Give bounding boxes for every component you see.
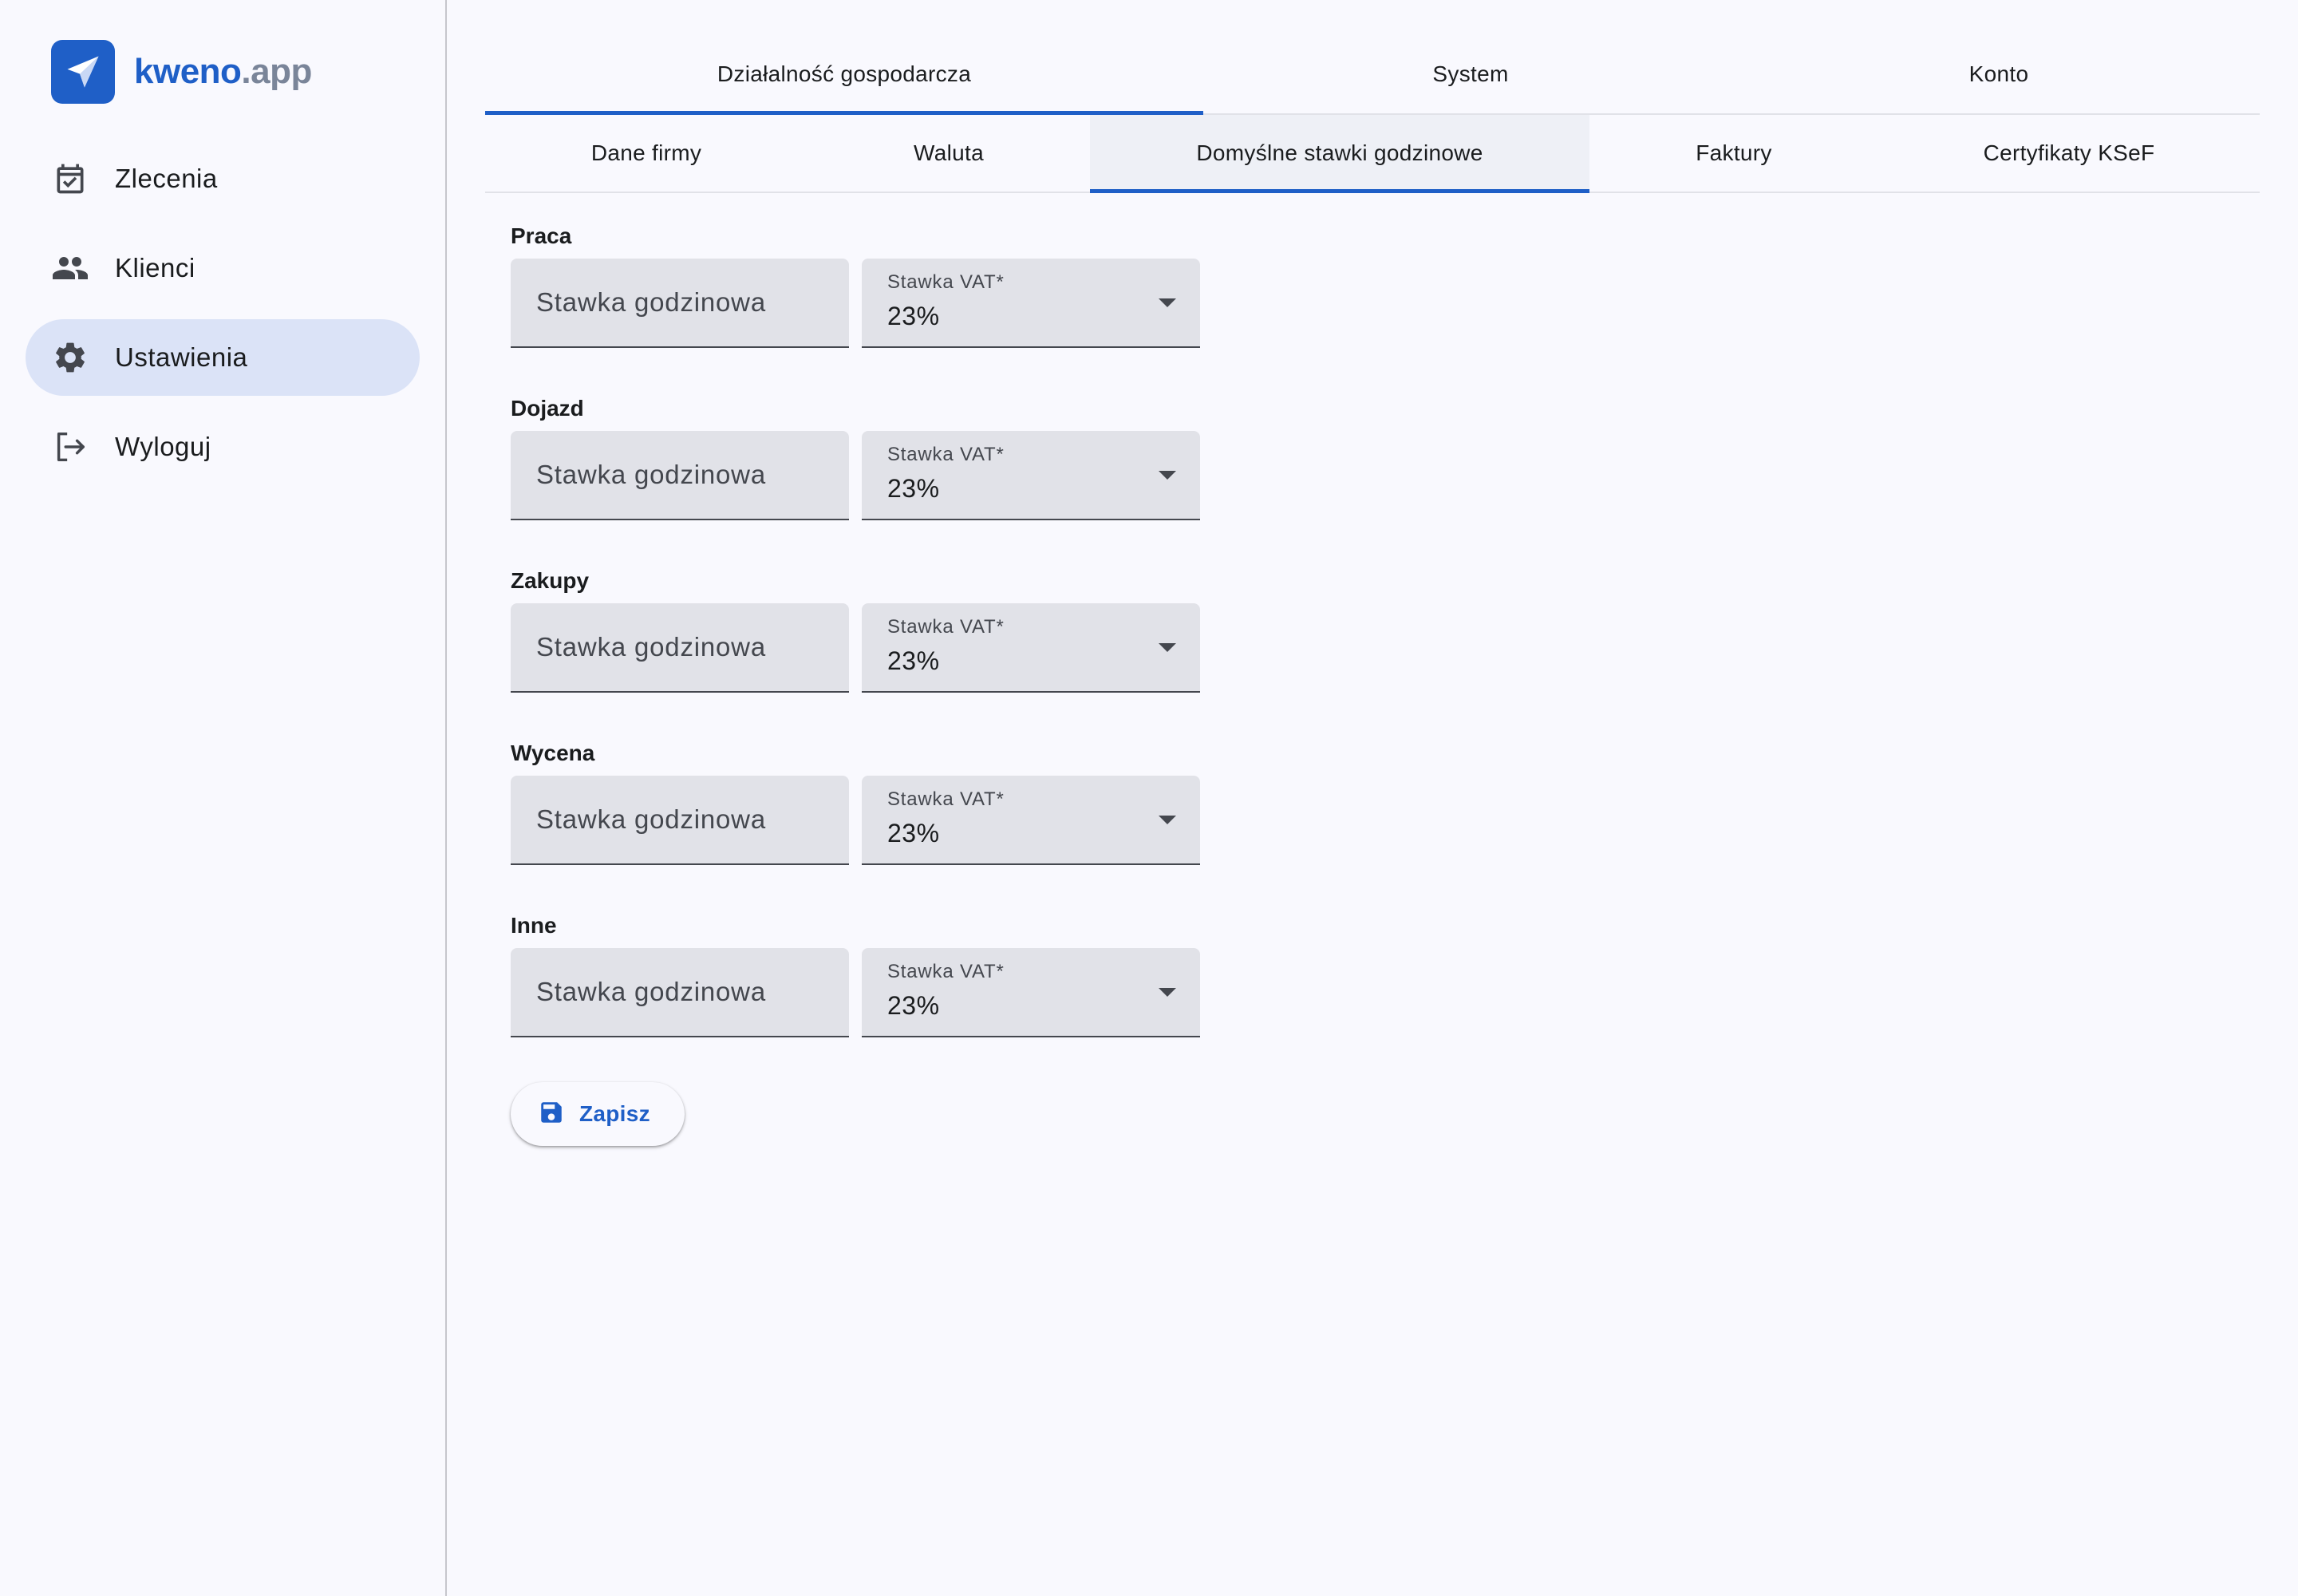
floppy-disk-icon (538, 1099, 565, 1130)
vat-rate-value: 23% (887, 646, 940, 675)
hourly-rate-input[interactable]: Stawka godzinowa (511, 603, 849, 693)
hourly-rate-placeholder: Stawka godzinowa (536, 977, 766, 1006)
tab-domyslne-stawki-godzinowe[interactable]: Domyślne stawki godzinowe (1090, 115, 1589, 193)
vat-rate-label: Stawka VAT* (887, 271, 1005, 293)
sidebar: kweno.app Zlecenia Klienci Ustawienia Wy… (0, 0, 447, 1596)
dropdown-arrow-icon (1159, 816, 1176, 824)
hourly-rates-form: Praca Stawka godzinowa Stawka VAT* 23% D… (511, 214, 1200, 1076)
sidebar-item-klienci[interactable]: Klienci (26, 230, 420, 306)
sidebar-item-label: Zlecenia (115, 164, 218, 193)
dropdown-arrow-icon (1159, 988, 1176, 997)
rate-group-zakupy: Zakupy Stawka godzinowa Stawka VAT* 23% (511, 559, 1200, 731)
vat-rate-select[interactable]: Stawka VAT* 23% (862, 776, 1200, 865)
vat-rate-value: 23% (887, 474, 940, 503)
primary-tabs: Działalność gospodarcza System Konto (485, 35, 2260, 115)
tab-waluta[interactable]: Waluta (807, 115, 1090, 192)
dropdown-arrow-icon (1159, 643, 1176, 652)
vat-rate-label: Stawka VAT* (887, 444, 1005, 465)
rate-group-inne: Inne Stawka godzinowa Stawka VAT* 23% (511, 903, 1200, 1076)
sidebar-item-label: Ustawienia (115, 342, 248, 372)
tab-konto[interactable]: Konto (1738, 35, 2260, 113)
rate-group-title: Wycena (511, 741, 595, 765)
dropdown-arrow-icon (1159, 471, 1176, 480)
rate-group-title: Inne (511, 913, 557, 938)
hourly-rate-input[interactable]: Stawka godzinowa (511, 948, 849, 1037)
vat-rate-value: 23% (887, 991, 940, 1020)
save-button-label: Zapisz (579, 1101, 650, 1126)
vat-rate-select[interactable]: Stawka VAT* 23% (862, 948, 1200, 1037)
tab-system[interactable]: System (1203, 35, 1738, 113)
sidebar-item-zlecenia[interactable]: Zlecenia (26, 140, 420, 217)
logo[interactable]: kweno.app (51, 40, 312, 104)
vat-rate-label: Stawka VAT* (887, 961, 1005, 982)
vat-rate-select[interactable]: Stawka VAT* 23% (862, 259, 1200, 348)
hourly-rate-input[interactable]: Stawka godzinowa (511, 431, 849, 520)
sidebar-item-label: Wyloguj (115, 432, 211, 461)
vat-rate-value: 23% (887, 302, 940, 330)
tab-dane-firmy[interactable]: Dane firmy (485, 115, 807, 192)
people-icon (51, 249, 89, 287)
gear-icon (51, 338, 89, 377)
rate-group-title: Dojazd (511, 396, 584, 421)
tab-dzialalnosc-gospodarcza[interactable]: Działalność gospodarcza (485, 35, 1203, 115)
rate-group-wycena: Wycena Stawka godzinowa Stawka VAT* 23% (511, 731, 1200, 903)
sidebar-item-label: Klienci (115, 253, 195, 282)
main-content: Działalność gospodarcza System Konto Dan… (447, 0, 2298, 1596)
hourly-rate-input[interactable]: Stawka godzinowa (511, 776, 849, 865)
sidebar-item-wyloguj[interactable]: Wyloguj (26, 409, 420, 485)
vat-rate-select[interactable]: Stawka VAT* 23% (862, 603, 1200, 693)
vat-rate-select[interactable]: Stawka VAT* 23% (862, 431, 1200, 520)
calendar-check-icon (51, 160, 89, 198)
vat-rate-label: Stawka VAT* (887, 788, 1005, 810)
hourly-rate-placeholder: Stawka godzinowa (536, 460, 766, 489)
paper-plane-icon (51, 40, 115, 104)
logo-text: kweno.app (134, 52, 312, 91)
hourly-rate-placeholder: Stawka godzinowa (536, 287, 766, 317)
hourly-rate-placeholder: Stawka godzinowa (536, 804, 766, 834)
hourly-rate-input[interactable]: Stawka godzinowa (511, 259, 849, 348)
vat-rate-value: 23% (887, 819, 940, 847)
rate-group-praca: Praca Stawka godzinowa Stawka VAT* 23% (511, 214, 1200, 386)
hourly-rate-placeholder: Stawka godzinowa (536, 632, 766, 662)
rate-group-dojazd: Dojazd Stawka godzinowa Stawka VAT* 23% (511, 386, 1200, 559)
rate-group-title: Zakupy (511, 568, 590, 593)
vat-rate-label: Stawka VAT* (887, 616, 1005, 638)
sidebar-item-ustawienia[interactable]: Ustawienia (26, 319, 420, 396)
tab-certyfikaty-ksef[interactable]: Certyfikaty KSeF (1878, 115, 2260, 192)
app-root: kweno.app Zlecenia Klienci Ustawienia Wy… (0, 0, 2298, 1596)
tab-faktury[interactable]: Faktury (1589, 115, 1878, 192)
secondary-tabs: Dane firmy Waluta Domyślne stawki godzin… (485, 115, 2260, 193)
rate-group-title: Praca (511, 223, 572, 248)
save-button[interactable]: Zapisz (511, 1082, 685, 1146)
dropdown-arrow-icon (1159, 298, 1176, 307)
sidebar-nav: Zlecenia Klienci Ustawienia Wyloguj (26, 140, 420, 498)
logout-icon (51, 428, 89, 466)
